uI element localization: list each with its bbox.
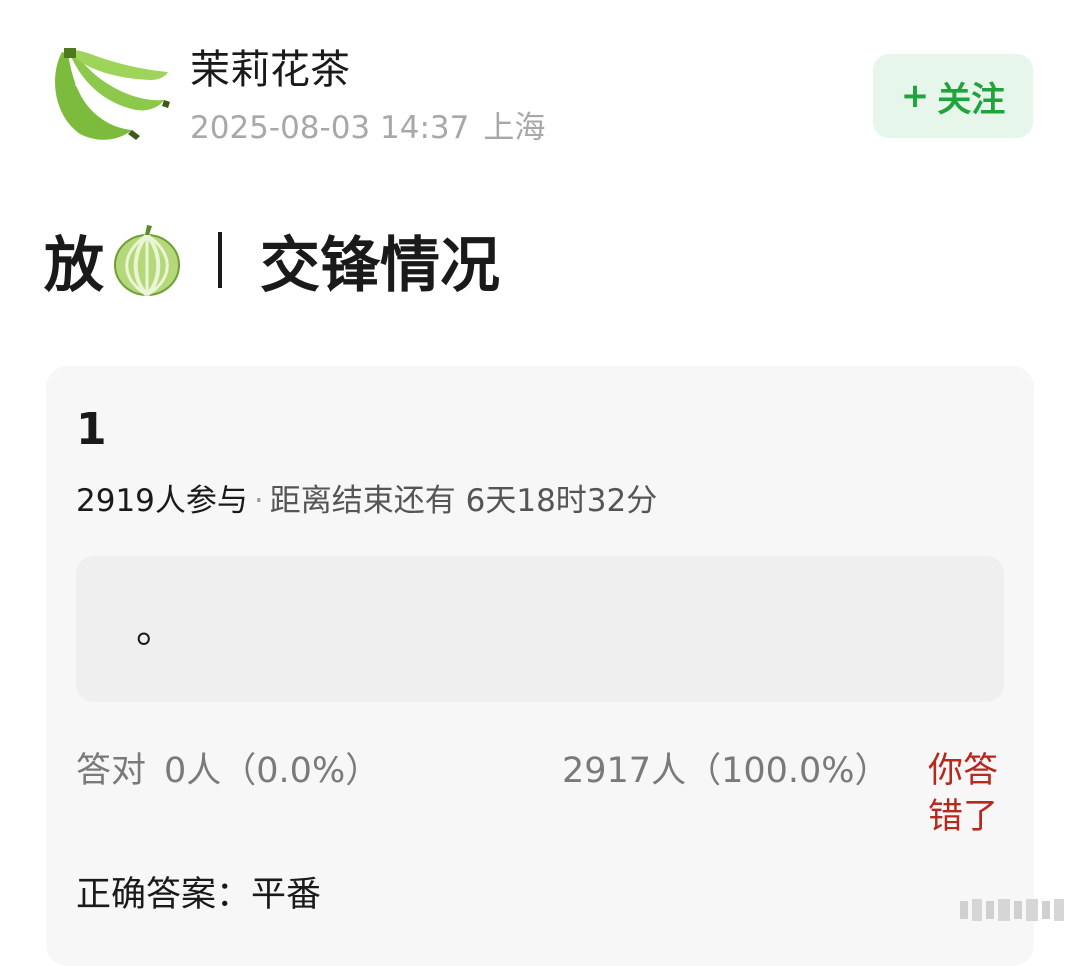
wrong-stats: 2917人（100.0%） <box>562 751 890 791</box>
follow-button[interactable]: + 关注 <box>873 54 1033 138</box>
post-title-main: 交锋情况 <box>260 230 500 301</box>
wrong-answer-badge: 你答错了 <box>928 751 999 837</box>
banana-bunch-avatar[interactable] <box>40 44 170 144</box>
time-remaining: 距离结束还有 6天18时32分 <box>269 483 658 519</box>
participant-count: 2919人参与 <box>76 483 248 519</box>
quiz-stats: 2919人参与 · 距离结束还有 6天18时32分 <box>76 480 657 522</box>
question-number: 1 <box>76 404 107 455</box>
author-name[interactable]: 茉莉花茶 <box>190 44 350 96</box>
quiz-option[interactable]: 。 <box>76 556 1004 702</box>
post-date: 2025-08-03 14:37 <box>190 110 470 146</box>
title-divider <box>218 232 222 288</box>
follow-button-label: 关注 <box>937 79 1006 120</box>
stats-separator: · <box>253 483 264 519</box>
quiz-option-text: 。 <box>136 606 176 652</box>
post-title-prefix: 放 <box>44 230 104 301</box>
correct-answer: 正确答案：平番 <box>76 875 322 915</box>
correct-label: 答对 <box>76 751 147 791</box>
correct-stats: 0人（0.0%） <box>164 751 381 791</box>
melon-icon <box>114 225 180 297</box>
post-location: 上海 <box>483 110 546 146</box>
correct-result: 答对 0人（0.0%） <box>76 748 380 794</box>
post-title: 放 交锋情况 <box>44 222 500 301</box>
watermark-logo <box>960 899 1064 921</box>
plus-icon: + <box>900 76 930 116</box>
quiz-card: 1 2919人参与 · 距离结束还有 6天18时32分 。 答对 0人（0.0%） 2… <box>46 366 1034 966</box>
post-meta: 2025-08-03 14:37 上海 <box>190 108 545 148</box>
